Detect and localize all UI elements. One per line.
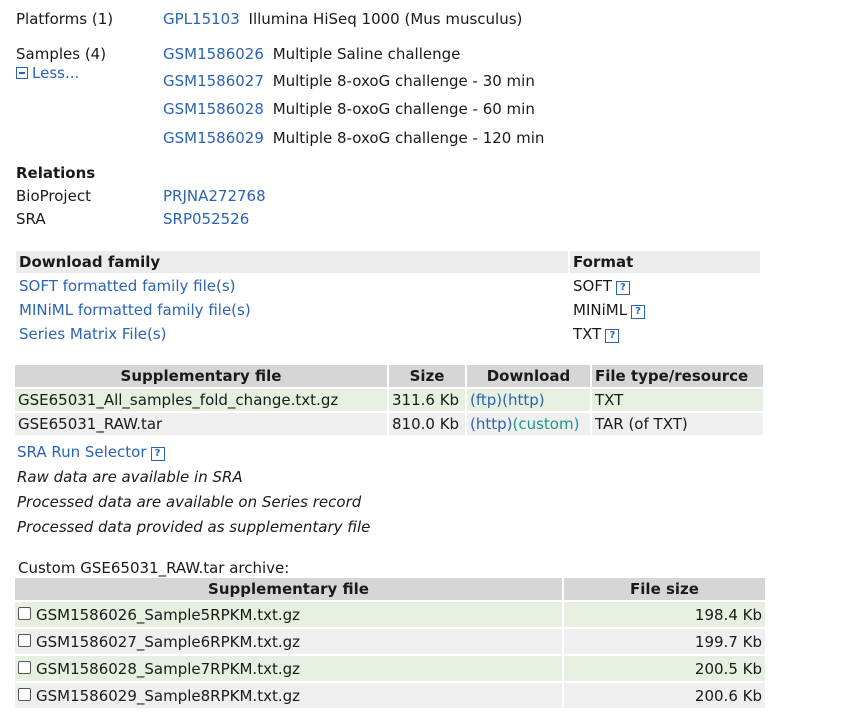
table-row: GSM1586029_Sample8RPKM.txt.gz 200.6 Kb xyxy=(15,683,765,708)
col-header-file: Supplementary file xyxy=(15,578,562,600)
soft-family-link[interactable]: SOFT formatted family file(s) xyxy=(19,277,236,295)
supplementary-table: Supplementary file Size Download File ty… xyxy=(13,363,765,437)
platform-link[interactable]: GPL15103 xyxy=(163,10,240,28)
note-processed-supplementary: Processed data provided as supplementary… xyxy=(17,518,371,536)
file-checkbox[interactable] xyxy=(18,633,31,647)
file-name: GSE65031_All_samples_fold_change.txt.gz xyxy=(15,389,387,411)
file-checkbox[interactable] xyxy=(18,606,31,620)
file-size: 199.7 Kb xyxy=(564,629,765,654)
sample-row: GSM1586028 Multiple 8-oxoG challenge - 6… xyxy=(163,100,535,118)
file-name: GSM1586029_Sample8RPKM.txt.gz xyxy=(36,686,300,705)
http-link[interactable]: (http) xyxy=(502,391,545,409)
file-name: GSM1586028_Sample7RPKM.txt.gz xyxy=(36,659,300,678)
format-value: MINiML xyxy=(573,301,628,319)
collapse-icon xyxy=(16,67,28,79)
file-size: 200.6 Kb xyxy=(564,683,765,708)
sample-link[interactable]: GSM1586029 xyxy=(163,129,264,147)
help-icon[interactable]: ? xyxy=(150,447,165,461)
custom-link[interactable]: (custom) xyxy=(513,415,580,433)
table-row: GSE65031_All_samples_fold_change.txt.gz … xyxy=(15,389,763,411)
sra-label: SRA xyxy=(16,210,46,228)
sra-run-selector: SRA Run Selector? xyxy=(17,443,165,461)
platform-row: GPL15103 Illumina HiSeq 1000 (Mus muscul… xyxy=(163,10,522,28)
file-checkbox[interactable] xyxy=(18,687,31,701)
sample-row: GSM1586027 Multiple 8-oxoG challenge - 3… xyxy=(163,72,535,90)
help-icon[interactable]: ? xyxy=(631,305,646,319)
sample-link[interactable]: GSM1586028 xyxy=(163,100,264,118)
file-size: 200.5 Kb xyxy=(564,656,765,681)
col-header-file: Supplementary file xyxy=(15,365,387,387)
sample-desc: Multiple Saline challenge xyxy=(272,45,461,63)
col-header-download: Download xyxy=(467,365,590,387)
sra-link[interactable]: SRP052526 xyxy=(163,210,249,228)
http-link[interactable]: (http) xyxy=(470,415,513,433)
format-value: SOFT xyxy=(573,277,612,295)
series-matrix-link[interactable]: Series Matrix File(s) xyxy=(19,325,167,343)
col-header-size: Size xyxy=(389,365,465,387)
custom-archive-table: Supplementary file File size GSM1586026_… xyxy=(13,576,767,710)
sample-desc: Multiple 8-oxoG challenge - 120 min xyxy=(272,129,545,147)
help-icon[interactable]: ? xyxy=(605,329,620,343)
sample-desc: Multiple 8-oxoG challenge - 60 min xyxy=(272,100,535,118)
file-type: TXT xyxy=(592,389,763,411)
sample-row: GSM1586029 Multiple 8-oxoG challenge - 1… xyxy=(163,129,544,147)
sample-link[interactable]: GSM1586026 xyxy=(163,45,264,63)
sample-row: GSM1586026 Multiple Saline challenge xyxy=(163,45,460,63)
file-size: 810.0 Kb xyxy=(389,413,465,435)
format-value: TXT xyxy=(573,325,602,343)
download-row: SOFT formatted family file(s) SOFT? xyxy=(16,275,760,297)
platform-desc: Illumina HiSeq 1000 (Mus musculus) xyxy=(248,10,523,28)
bioproject-link[interactable]: PRJNA272768 xyxy=(163,187,266,205)
file-checkbox[interactable] xyxy=(18,660,31,674)
samples-label: Samples (4) xyxy=(16,45,107,63)
format-header: Format xyxy=(570,251,760,273)
table-row: GSM1586026_Sample5RPKM.txt.gz 198.4 Kb xyxy=(15,602,765,627)
sample-link[interactable]: GSM1586027 xyxy=(163,72,264,90)
table-row: GSM1586028_Sample7RPKM.txt.gz 200.5 Kb xyxy=(15,656,765,681)
download-family-header: Download family xyxy=(16,251,568,273)
col-header-file-size: File size xyxy=(564,578,765,600)
file-size: 311.6 Kb xyxy=(389,389,465,411)
custom-archive-title: Custom GSE65031_RAW.tar archive: xyxy=(18,559,290,577)
table-row: GSE65031_RAW.tar 810.0 Kb (http)(custom)… xyxy=(15,413,763,435)
bioproject-label: BioProject xyxy=(16,187,91,205)
download-family-table: Download family Format SOFT formatted fa… xyxy=(14,249,762,347)
file-name: GSM1586026_Sample5RPKM.txt.gz xyxy=(36,605,300,624)
note-raw-data: Raw data are available in SRA xyxy=(17,468,243,486)
less-toggle[interactable]: Less... xyxy=(16,64,79,82)
help-icon[interactable]: ? xyxy=(615,281,630,295)
file-name: GSM1586027_Sample6RPKM.txt.gz xyxy=(36,632,300,651)
file-type: TAR (of TXT) xyxy=(592,413,763,435)
less-link[interactable]: Less... xyxy=(32,64,79,82)
relations-title: Relations xyxy=(16,164,96,182)
miniml-family-link[interactable]: MINiML formatted family file(s) xyxy=(19,301,251,319)
sample-desc: Multiple 8-oxoG challenge - 30 min xyxy=(272,72,535,90)
note-processed-series: Processed data are available on Series r… xyxy=(17,493,362,511)
table-row: GSM1586027_Sample6RPKM.txt.gz 199.7 Kb xyxy=(15,629,765,654)
download-row: MINiML formatted family file(s) MINiML? xyxy=(16,299,760,321)
download-row: Series Matrix File(s) TXT? xyxy=(16,323,760,345)
file-size: 198.4 Kb xyxy=(564,602,765,627)
file-name: GSE65031_RAW.tar xyxy=(15,413,387,435)
ftp-link[interactable]: (ftp) xyxy=(470,391,502,409)
platforms-label: Platforms (1) xyxy=(16,10,114,28)
sra-run-selector-link[interactable]: SRA Run Selector xyxy=(17,443,147,461)
col-header-type: File type/resource xyxy=(592,365,763,387)
